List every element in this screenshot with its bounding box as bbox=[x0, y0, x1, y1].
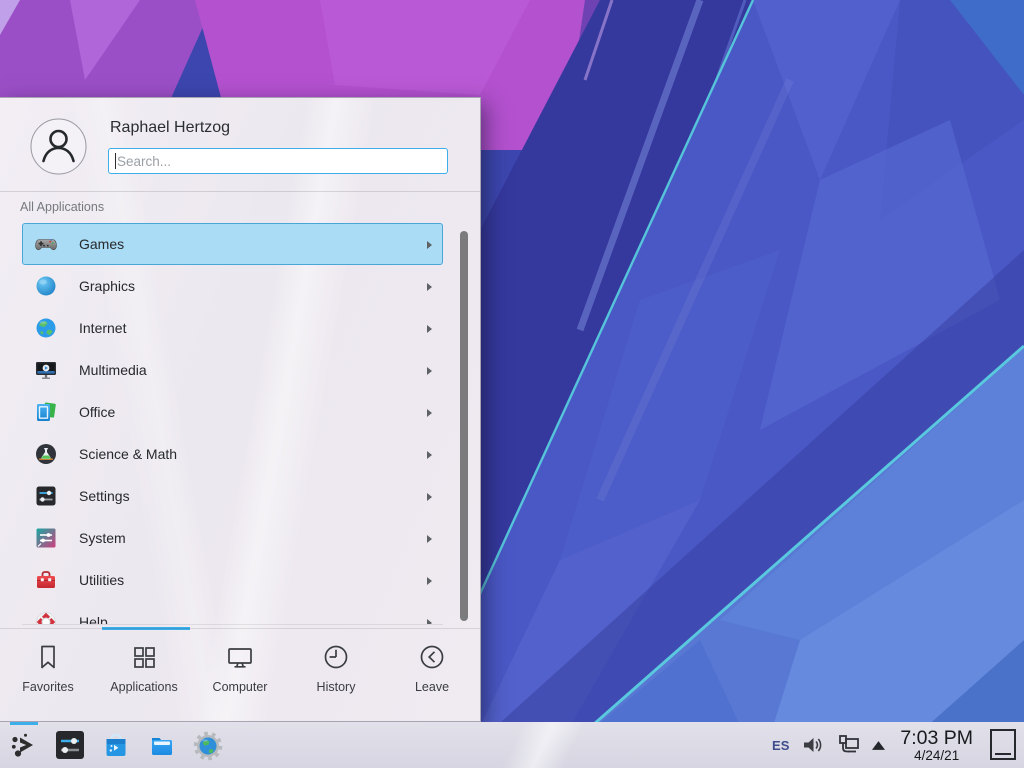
category-label: Multimedia bbox=[79, 362, 147, 378]
leave-icon bbox=[417, 642, 447, 672]
tab-label: Favorites bbox=[22, 680, 73, 694]
category-label: Utilities bbox=[79, 572, 124, 588]
tab-leave[interactable]: Leave bbox=[384, 629, 480, 721]
list-scrollbar[interactable] bbox=[460, 231, 468, 621]
tab-label: History bbox=[317, 680, 356, 694]
taskbar-discover[interactable] bbox=[100, 729, 132, 761]
keyboard-layout-indicator[interactable]: ES bbox=[772, 738, 789, 753]
submenu-arrow-icon bbox=[427, 325, 432, 333]
tab-applications[interactable]: Applications bbox=[96, 629, 192, 721]
submenu-arrow-icon bbox=[427, 409, 432, 417]
user-name: Raphael Hertzog bbox=[110, 119, 230, 137]
science-icon bbox=[34, 442, 58, 466]
network-icon[interactable] bbox=[835, 732, 861, 758]
launcher-active-indicator bbox=[10, 722, 38, 725]
taskbar-apps bbox=[8, 729, 224, 761]
category-internet[interactable]: Internet bbox=[22, 307, 443, 349]
tab-favorites[interactable]: Favorites bbox=[0, 629, 96, 721]
digital-clock[interactable]: 7:03 PM 4/24/21 bbox=[900, 728, 973, 763]
submenu-arrow-icon bbox=[427, 619, 432, 625]
clock-date: 4/24/21 bbox=[900, 748, 973, 763]
submenu-arrow-icon bbox=[427, 367, 432, 375]
category-settings[interactable]: Settings bbox=[22, 475, 443, 517]
grid-icon bbox=[129, 642, 159, 672]
clock-time: 7:03 PM bbox=[900, 728, 973, 748]
launcher-header: Raphael Hertzog bbox=[0, 98, 480, 192]
system-tray: ES 7:03 PM 4/24/21 bbox=[772, 722, 1018, 768]
volume-icon[interactable] bbox=[800, 733, 824, 757]
bookmark-icon bbox=[33, 642, 63, 672]
help-icon bbox=[34, 610, 58, 625]
system-icon bbox=[34, 526, 58, 550]
tab-label: Applications bbox=[110, 680, 177, 694]
office-icon bbox=[34, 400, 58, 424]
category-multimedia[interactable]: Multimedia bbox=[22, 349, 443, 391]
submenu-arrow-icon bbox=[427, 451, 432, 459]
taskbar-system-settings[interactable] bbox=[54, 729, 86, 761]
category-label: Office bbox=[79, 404, 115, 420]
clock-icon bbox=[321, 642, 351, 672]
tab-label: Computer bbox=[213, 680, 268, 694]
category-label: Games bbox=[79, 236, 124, 252]
application-launcher-menu: Raphael Hertzog All Applications Games Gr… bbox=[0, 97, 481, 722]
tab-computer[interactable]: Computer bbox=[192, 629, 288, 721]
category-label: Internet bbox=[79, 320, 126, 336]
category-label: Help bbox=[79, 614, 108, 625]
submenu-arrow-icon bbox=[427, 493, 432, 501]
settings-icon bbox=[34, 484, 58, 508]
globe-icon bbox=[34, 316, 58, 340]
tab-label: Leave bbox=[415, 680, 449, 694]
user-avatar[interactable] bbox=[30, 118, 87, 175]
category-help[interactable]: Help bbox=[22, 601, 443, 625]
category-system[interactable]: System bbox=[22, 517, 443, 559]
text-caret bbox=[115, 153, 116, 169]
submenu-arrow-icon bbox=[427, 535, 432, 543]
graphics-icon bbox=[34, 274, 58, 298]
desktop: Raphael Hertzog All Applications Games Gr… bbox=[0, 0, 1024, 768]
gamepad-icon bbox=[34, 232, 58, 256]
taskbar-web-globe[interactable] bbox=[192, 729, 224, 761]
taskbar-application-launcher[interactable] bbox=[8, 729, 40, 761]
category-office[interactable]: Office bbox=[22, 391, 443, 433]
submenu-arrow-icon bbox=[427, 283, 432, 291]
category-label: Graphics bbox=[79, 278, 135, 294]
launcher-tabbar: Favorites Applications Computer History Leav… bbox=[0, 628, 480, 721]
multimedia-icon bbox=[34, 358, 58, 382]
taskbar: ES 7:03 PM 4/24/21 bbox=[0, 722, 1024, 768]
category-list: Games Graphics Internet Multimedia Office Sci… bbox=[22, 223, 443, 625]
expand-tray-arrow-icon[interactable] bbox=[872, 741, 885, 750]
search-input[interactable] bbox=[108, 148, 448, 174]
category-label: Settings bbox=[79, 488, 130, 504]
category-graphics[interactable]: Graphics bbox=[22, 265, 443, 307]
category-science-math[interactable]: Science & Math bbox=[22, 433, 443, 475]
category-games[interactable]: Games bbox=[22, 223, 443, 265]
category-label: System bbox=[79, 530, 126, 546]
category-label: Science & Math bbox=[79, 446, 177, 462]
show-desktop-button[interactable] bbox=[988, 727, 1018, 763]
tab-history[interactable]: History bbox=[288, 629, 384, 721]
taskbar-file-manager[interactable] bbox=[146, 729, 178, 761]
submenu-arrow-icon bbox=[427, 577, 432, 585]
category-utilities[interactable]: Utilities bbox=[22, 559, 443, 601]
submenu-arrow-icon bbox=[427, 241, 432, 249]
monitor-icon bbox=[225, 642, 255, 672]
section-label: All Applications bbox=[20, 200, 104, 214]
utilities-icon bbox=[34, 568, 58, 592]
